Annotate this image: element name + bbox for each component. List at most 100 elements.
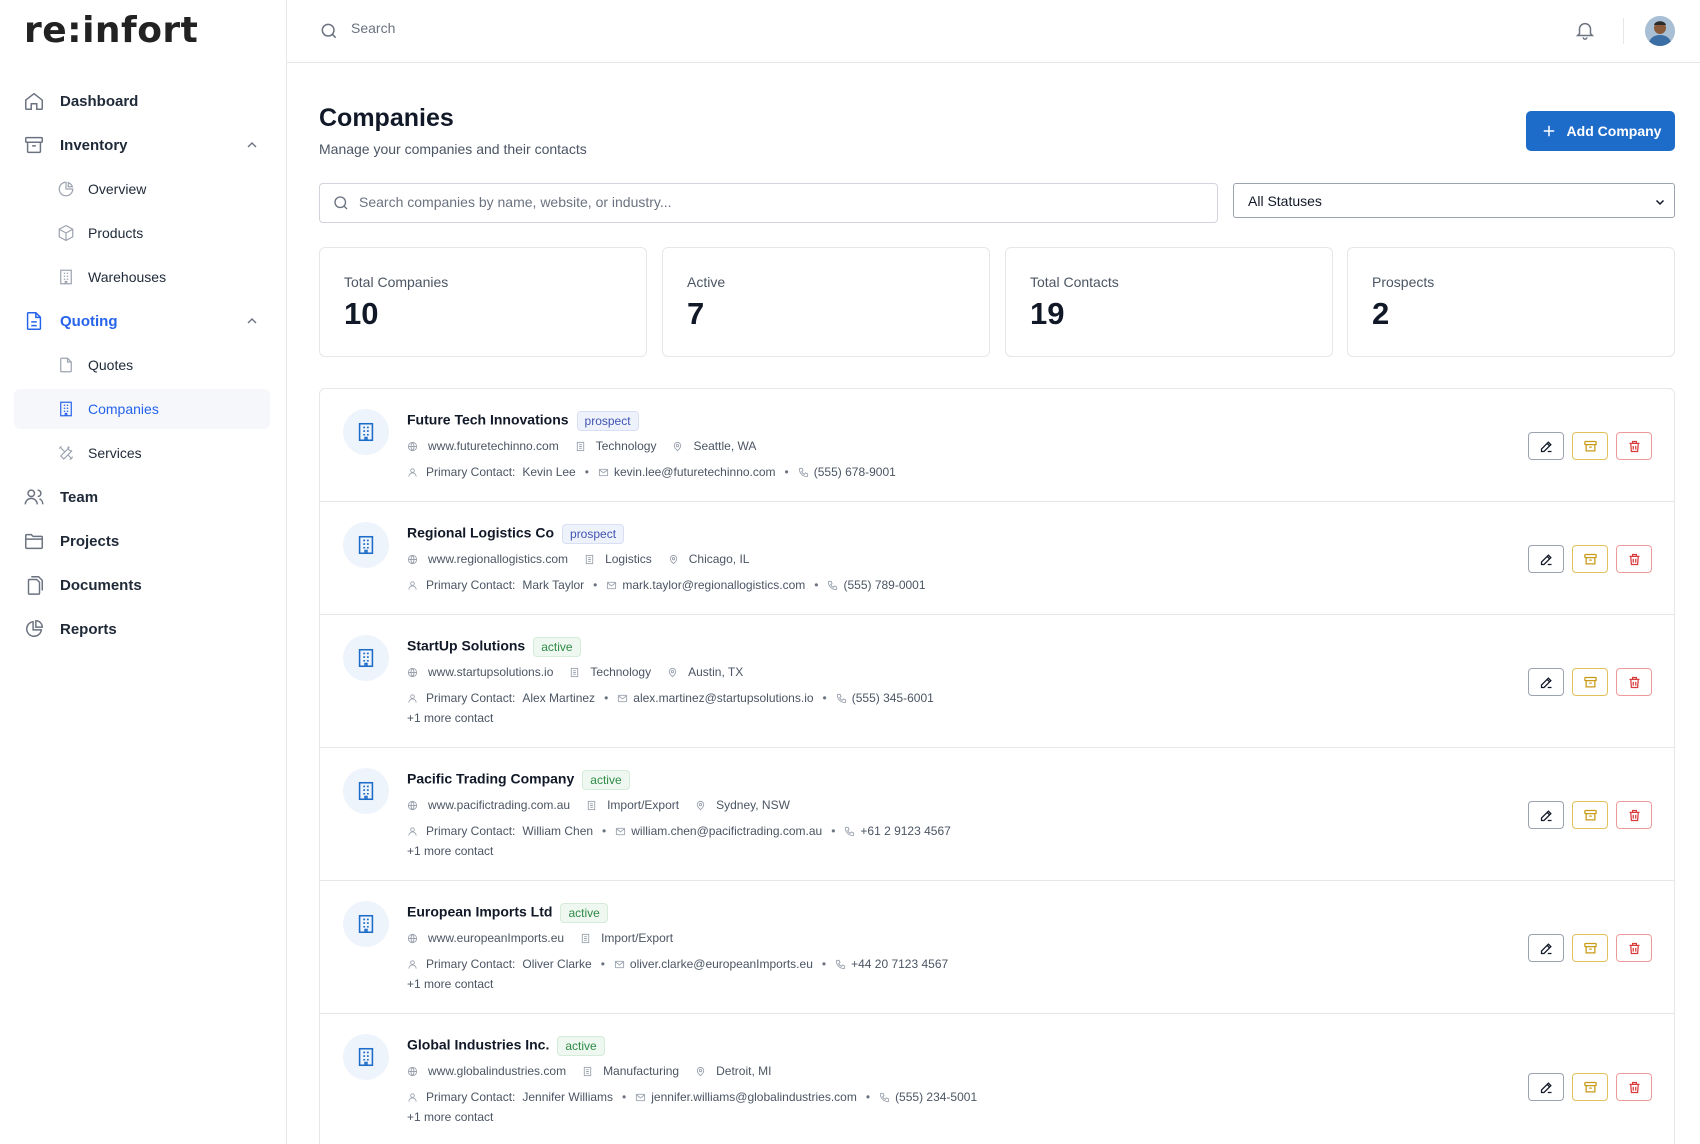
sidebar-item-projects[interactable]: Projects [14,521,270,561]
app-logo[interactable]: re:infort [24,10,198,51]
sidebar-item-team[interactable]: Team [14,477,270,517]
sidebar-item-label: Products [88,225,144,241]
delete-button[interactable] [1616,801,1652,829]
edit-button[interactable] [1528,1073,1564,1101]
trash-icon [1627,941,1642,956]
company-name: European Imports Ltd [407,903,553,920]
building-icon [584,554,600,565]
row-actions [1528,1073,1652,1101]
archive-button[interactable] [1572,668,1608,696]
sidebar-item-companies[interactable]: Companies [14,389,270,429]
sidebar-item-reports[interactable]: Reports [14,609,270,649]
building-icon [56,399,76,419]
company-row[interactable]: Regional Logistics Co prospect www.regiona… [320,502,1674,615]
primary-contact-name: Alex Martinez [522,691,596,705]
chevron-up-icon[interactable] [244,137,260,158]
sidebar-item-label: Projects [60,532,120,550]
archive-icon [1583,675,1598,690]
company-meta: www.europeanImports.eu Import/Export [407,931,689,945]
status-filter-value: All Statuses [1248,192,1322,209]
separator-dot: • [602,824,607,838]
sidebar-item-label: Quotes [88,357,134,373]
status-filter-select[interactable]: All Statuses [1233,183,1675,218]
status-badge: prospect [576,411,639,431]
tools-icon [56,443,76,463]
archive-button[interactable] [1572,432,1608,460]
primary-contact-label: Primary Contact: [426,578,516,592]
sidebar-item-warehouses[interactable]: Warehouses [14,257,270,297]
sidebar-item-label: Documents [60,576,142,594]
sidebar-item-dashboard[interactable]: Dashboard [14,81,270,121]
phone-icon [798,467,809,478]
chevron-up-icon[interactable] [244,313,260,334]
contact-phone: (555) 789-0001 [843,578,926,592]
avatar[interactable] [1645,16,1675,46]
sidebar-item-overview[interactable]: Overview [14,169,270,209]
delete-button[interactable] [1616,545,1652,573]
stat-value: 10 [344,296,379,331]
company-row[interactable]: Global Industries Inc. active www.globalin… [320,1014,1674,1144]
company-search-input[interactable] [359,194,1199,210]
company-meta: www.globalindustries.com Manufacturing Det… [407,1064,787,1078]
company-location: Seattle, WA [672,439,756,453]
row-actions [1528,801,1652,829]
sidebar-item-documents[interactable]: Documents [14,565,270,605]
file-icon [56,355,76,375]
edit-button[interactable] [1528,934,1564,962]
company-row[interactable]: European Imports Ltd active www.europeanIm… [320,881,1674,1014]
sidebar-item-quoting[interactable]: Quoting [14,301,270,341]
building-icon [343,1034,389,1080]
company-meta: www.futuretechinno.com Technology Seattle,… [407,439,772,453]
delete-button[interactable] [1616,934,1652,962]
company-row[interactable]: StartUp Solutions active www.startupsoluti… [320,615,1674,748]
company-name: Global Industries Inc. [407,1036,550,1053]
sidebar-item-label: Dashboard [60,92,139,110]
bell-icon[interactable] [1574,19,1596,46]
archive-button[interactable] [1572,545,1608,573]
globe-icon [407,667,423,678]
company-row[interactable]: Future Tech Innovations prospect www.futur… [320,389,1674,502]
delete-button[interactable] [1616,432,1652,460]
delete-button[interactable] [1616,668,1652,696]
company-industry: Technology [575,439,656,453]
company-location-text: Austin, TX [688,665,744,679]
edit-button[interactable] [1528,545,1564,573]
separator-dot: • [831,824,836,838]
sidebar-item-quotes[interactable]: Quotes [14,345,270,385]
archive-button[interactable] [1572,1073,1608,1101]
separator-dot: • [865,1090,871,1104]
global-search-input[interactable] [351,20,751,36]
separator-dot: • [821,957,827,971]
stat-card-total-contacts: Total Contacts 19 [1005,247,1333,357]
delete-button[interactable] [1616,1073,1652,1101]
globe-icon [407,1066,423,1077]
sidebar-item-inventory[interactable]: Inventory [14,125,270,165]
row-actions [1528,934,1652,962]
edit-button[interactable] [1528,432,1564,460]
company-name-line: Pacific Trading Company active [407,770,630,790]
edit-button[interactable] [1528,668,1564,696]
company-contact: Primary Contact: Alex Martinez • alex.marti… [407,691,934,705]
user-icon [407,1092,418,1103]
building-icon [343,901,389,947]
sidebar-item-products[interactable]: Products [14,213,270,253]
building-icon [575,441,591,452]
stat-label: Total Contacts [1030,274,1119,290]
contact-phone: +44 20 7123 4567 [851,957,949,971]
contact-phone: (555) 678-9001 [813,465,896,479]
edit-button[interactable] [1528,801,1564,829]
company-industry-text: Import/Export [601,931,674,945]
sidebar-item-services[interactable]: Services [14,433,270,473]
company-row[interactable]: Pacific Trading Company active www.pacific… [320,748,1674,881]
company-contact: Primary Contact: William Chen • william.che… [407,824,951,838]
sidebar: re:infort Dashboard Inventory Overview P… [0,0,287,1144]
archive-button[interactable] [1572,934,1608,962]
more-contacts: +1 more contact [407,1110,494,1124]
trash-icon [1627,808,1642,823]
trash-icon [1627,552,1642,567]
contact-phone: +61 2 9123 4567 [860,824,951,838]
trash-icon [1627,675,1642,690]
archive-button[interactable] [1572,801,1608,829]
add-company-button[interactable]: Add Company [1526,111,1675,151]
primary-contact-name: Kevin Lee [522,465,576,479]
